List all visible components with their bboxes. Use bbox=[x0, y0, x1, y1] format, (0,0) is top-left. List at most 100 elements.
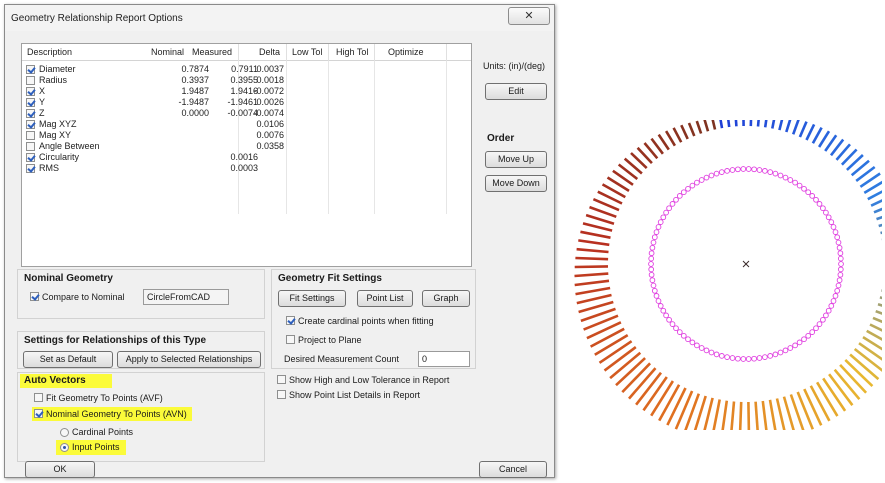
table-row[interactable]: X 1.9487 1.9416 -0.0072 bbox=[22, 86, 471, 97]
table-row[interactable]: Diameter 0.7874 0.7911 0.0037 bbox=[22, 64, 471, 75]
row-checkbox[interactable] bbox=[26, 142, 35, 151]
row-description: RMS bbox=[39, 163, 59, 173]
circle-point bbox=[756, 355, 763, 361]
table-row[interactable]: Radius 0.3937 0.3955 0.0018 bbox=[22, 75, 471, 86]
circle-point bbox=[830, 224, 837, 230]
row-checkbox[interactable] bbox=[26, 109, 35, 118]
close-button[interactable]: ✕ bbox=[508, 7, 550, 25]
nominal-geometry-title: Nominal Geometry bbox=[24, 273, 113, 284]
row-checkbox[interactable] bbox=[26, 98, 35, 107]
deviation-vector bbox=[768, 399, 777, 430]
nominal-name-field[interactable]: CircleFromCAD bbox=[143, 289, 229, 305]
circle-point bbox=[651, 234, 658, 241]
desired-count-field[interactable]: 0 bbox=[418, 351, 470, 367]
row-delta: 0.0037 bbox=[256, 64, 284, 74]
col-delta[interactable]: Delta bbox=[259, 47, 280, 57]
show-point-details-label: Show Point List Details in Report bbox=[289, 390, 421, 400]
circle-point bbox=[666, 316, 672, 323]
deviation-vector bbox=[585, 213, 615, 225]
deviation-vector bbox=[815, 381, 839, 417]
circle-point bbox=[745, 166, 752, 172]
graph-button[interactable]: Graph bbox=[422, 290, 470, 307]
table-row[interactable]: Mag XY 0.0076 bbox=[22, 130, 471, 141]
set-default-button[interactable]: Set as Default bbox=[23, 351, 113, 368]
circle-point bbox=[657, 219, 664, 225]
deviation-vector bbox=[721, 400, 729, 430]
circle-point bbox=[767, 353, 774, 359]
col-description[interactable]: Description bbox=[27, 47, 72, 57]
deviation-vector bbox=[576, 247, 609, 254]
move-down-button[interactable]: Move Down bbox=[485, 175, 547, 192]
circle-point bbox=[655, 224, 662, 230]
table-row[interactable]: Z 0.0000 -0.0074 -0.0074 bbox=[22, 108, 471, 119]
row-checkbox[interactable] bbox=[26, 164, 35, 173]
row-delta: -0.0072 bbox=[253, 86, 284, 96]
circle-point bbox=[673, 325, 679, 332]
circle-point bbox=[663, 312, 669, 319]
row-checkbox[interactable] bbox=[26, 87, 35, 96]
fit-avf-checkbox[interactable] bbox=[34, 393, 43, 402]
col-low-tol[interactable]: Low Tol bbox=[292, 47, 322, 57]
deviation-vector bbox=[574, 272, 609, 278]
apply-selected-button[interactable]: Apply to Selected Relationships bbox=[117, 351, 261, 368]
circle-point bbox=[828, 219, 835, 225]
create-cardinal-checkbox[interactable] bbox=[286, 316, 295, 325]
compare-nominal-checkbox[interactable] bbox=[30, 292, 39, 301]
col-optimize[interactable]: Optimize bbox=[388, 47, 424, 57]
create-cardinal-label: Create cardinal points when fitting bbox=[298, 316, 434, 326]
circle-point bbox=[835, 282, 842, 289]
deviation-vector bbox=[650, 380, 675, 417]
deviation-vector bbox=[811, 126, 823, 144]
show-tolerance-checkbox[interactable] bbox=[277, 375, 286, 384]
circle-point bbox=[837, 271, 844, 278]
circle-point bbox=[703, 174, 710, 181]
row-delta: 0.0018 bbox=[256, 75, 284, 85]
circle-point bbox=[676, 193, 683, 199]
fit-settings-button[interactable]: Fit Settings bbox=[278, 290, 346, 307]
show-point-details-checkbox[interactable] bbox=[277, 390, 286, 399]
deviation-vector bbox=[761, 400, 768, 430]
cardinal-points-radio[interactable] bbox=[60, 428, 69, 437]
move-up-button[interactable]: Move Up bbox=[485, 151, 547, 168]
project-plane-checkbox[interactable] bbox=[286, 335, 295, 344]
units-label: Units: (in)/(deg) bbox=[483, 61, 546, 71]
circle-point bbox=[782, 347, 789, 354]
circle-point bbox=[756, 167, 763, 173]
table-row[interactable]: Y -1.9487 -1.9461 0.0026 bbox=[22, 97, 471, 108]
table-row[interactable]: Mag XYZ 0.0106 bbox=[22, 119, 471, 130]
col-nominal[interactable]: Nominal bbox=[151, 47, 184, 57]
row-measured: 0.0016 bbox=[230, 152, 258, 162]
table-row[interactable]: Circularity 0.0016 bbox=[22, 152, 471, 163]
circle-point bbox=[838, 261, 844, 267]
deviation-vector bbox=[589, 327, 625, 348]
row-checkbox[interactable] bbox=[26, 153, 35, 162]
input-points-radio[interactable] bbox=[60, 443, 69, 452]
circle-point bbox=[648, 261, 654, 267]
deviation-vector bbox=[575, 256, 609, 261]
nominal-avn-checkbox[interactable] bbox=[34, 409, 43, 418]
col-high-tol[interactable]: High Tol bbox=[336, 47, 368, 57]
desired-count-label: Desired Measurement Count bbox=[284, 354, 400, 364]
point-list-button[interactable]: Point List bbox=[357, 290, 413, 307]
circle-point bbox=[740, 356, 747, 362]
circle-point bbox=[660, 214, 667, 221]
row-checkbox[interactable] bbox=[26, 76, 35, 85]
row-checkbox[interactable] bbox=[26, 120, 35, 129]
ok-button[interactable]: OK bbox=[25, 461, 95, 478]
table-row[interactable]: RMS 0.0003 bbox=[22, 163, 471, 174]
relationship-settings-group: Settings for Relationships of this Type … bbox=[17, 331, 265, 369]
row-checkbox[interactable] bbox=[26, 131, 35, 140]
deviation-vector bbox=[576, 293, 612, 305]
edit-button[interactable]: Edit bbox=[485, 83, 547, 100]
col-measured[interactable]: Measured bbox=[192, 47, 232, 57]
circle-point bbox=[813, 325, 819, 332]
circle-point bbox=[834, 234, 841, 241]
circle-point bbox=[796, 182, 803, 189]
circle-point bbox=[832, 229, 839, 235]
deviation-vector bbox=[598, 340, 633, 364]
row-checkbox[interactable] bbox=[26, 65, 35, 74]
deviation-vector bbox=[881, 289, 882, 292]
row-nominal: 1.9487 bbox=[181, 86, 209, 96]
table-row[interactable]: Angle Between 0.0358 bbox=[22, 141, 471, 152]
cancel-button[interactable]: Cancel bbox=[479, 461, 547, 478]
